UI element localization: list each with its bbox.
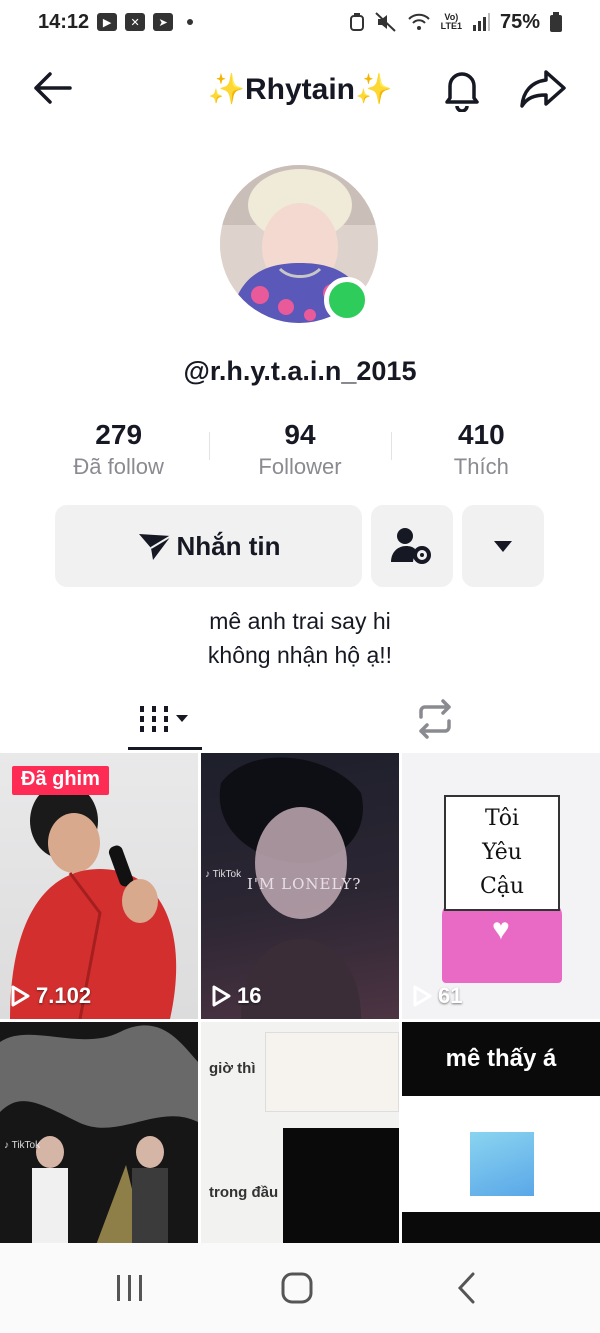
mute-icon xyxy=(374,12,396,32)
profile-bio: mê anh trai say hi không nhận hộ ạ!! xyxy=(0,604,600,672)
tab-videos[interactable] xyxy=(128,690,202,750)
grid-columns-icon xyxy=(140,706,188,732)
stat-likes-label: Thích xyxy=(453,454,509,479)
view-count: 61 xyxy=(412,983,462,1009)
page-title: ✨Rhytain✨ xyxy=(207,73,393,106)
bio-line-2: không nhận hộ ạ!! xyxy=(207,642,393,668)
black-caption-bar xyxy=(402,1212,600,1245)
video-tile[interactable]: giờ thì trong đầu xyxy=(201,1022,399,1245)
play-icon xyxy=(413,985,432,1007)
black-frame xyxy=(283,1128,399,1245)
message-button-label: Nhắn tin xyxy=(176,530,281,561)
network-bottom: LTE1 xyxy=(440,21,462,31)
recent-apps-button[interactable] xyxy=(100,1265,160,1311)
friend-settings-button[interactable] xyxy=(371,505,453,587)
more-options-button[interactable] xyxy=(462,505,544,587)
alarm-icon xyxy=(349,13,364,31)
tiktok-watermark-icon: ♪ TikTok xyxy=(4,1140,41,1151)
profile-stats: 279 Đã follow 94 Follower 410 Thích xyxy=(28,418,572,484)
sign-board: Tôi Yêu Cậu xyxy=(444,795,560,911)
stat-likes[interactable]: 410 Thích xyxy=(390,418,572,484)
active-tab-indicator xyxy=(128,747,202,750)
play-icon xyxy=(11,985,30,1007)
repost-icon xyxy=(419,699,451,739)
sign-line-2: Yêu xyxy=(482,840,522,865)
status-bar: 14:12 ▶ ✕ ➤ Vo) LTE1 75% xyxy=(0,0,600,44)
video-grid: Đã ghim 7.102 ♪ TikTok I'M LONELY? 16 Tô… xyxy=(0,753,600,1245)
stat-followers[interactable]: 94 Follower xyxy=(209,418,390,484)
writing-image xyxy=(265,1032,399,1112)
home-icon xyxy=(281,1272,313,1304)
view-count: 7.102 xyxy=(10,983,91,1009)
message-button[interactable]: Nhắn tin xyxy=(55,505,362,587)
view-count: 16 xyxy=(211,983,261,1009)
tiktok-watermark-icon: ♪ TikTok xyxy=(205,869,242,880)
stat-following-value: 279 xyxy=(95,419,143,450)
online-status-indicator xyxy=(324,277,370,323)
thumbnail-photo xyxy=(470,1132,534,1196)
video-caption-top: giờ thì xyxy=(209,1060,256,1077)
pinned-badge: Đã ghim xyxy=(12,766,109,795)
share-arrow-icon xyxy=(520,70,566,108)
video-caption-bottom: trong đầu xyxy=(209,1184,279,1201)
notification-bell-button[interactable] xyxy=(438,66,486,113)
video-overlay-text: I'M LONELY? xyxy=(247,875,362,893)
stat-likes-value: 410 xyxy=(457,419,505,450)
battery-level: 75% xyxy=(499,10,540,33)
video-thumbnail xyxy=(0,1025,198,1245)
tab-reposts[interactable] xyxy=(410,694,460,744)
caret-down-icon xyxy=(494,541,512,552)
sign-line-3: Cậu xyxy=(479,874,525,899)
stat-followers-value: 94 xyxy=(284,419,316,450)
video-tile[interactable]: Đã ghim 7.102 xyxy=(0,753,198,1019)
status-time: 14:12 xyxy=(38,10,90,33)
profile-username: @r.h.y.t.a.i.n_2015 xyxy=(183,356,417,386)
wifi-icon xyxy=(407,13,430,30)
bio-line-1: mê anh trai say hi xyxy=(209,608,391,634)
stat-following-label: Đã follow xyxy=(73,454,164,479)
home-button[interactable] xyxy=(267,1265,327,1311)
video-tile[interactable]: Tôi Yêu Cậu ♥ 61 xyxy=(402,753,600,1019)
notification-dot-icon xyxy=(187,19,194,25)
view-count-value: 61 xyxy=(438,983,463,1008)
system-back-button[interactable] xyxy=(436,1265,496,1311)
youtube-icon: ▶ xyxy=(97,13,118,31)
system-nav-bar xyxy=(0,1243,600,1333)
video-overlay-text: mê thấy á xyxy=(402,1022,600,1096)
message-app-icon: ➤ xyxy=(153,13,174,31)
user-gear-icon xyxy=(391,528,431,564)
sign-line-1: Tôi xyxy=(484,806,520,831)
content-tabs xyxy=(0,690,600,750)
profile-header: ✨Rhytain✨ xyxy=(0,52,600,124)
network-label: Vo) LTE1 xyxy=(441,13,462,31)
stat-followers-label: Follower xyxy=(258,454,342,479)
video-tile[interactable]: ♪ TikTok I'M LONELY? 16 xyxy=(201,753,399,1019)
view-count-value: 7.102 xyxy=(36,983,92,1008)
play-icon xyxy=(212,985,231,1007)
capcut-icon: ✕ xyxy=(125,13,146,31)
chevron-left-icon xyxy=(457,1272,475,1304)
share-button[interactable] xyxy=(518,66,568,110)
heart-icon: ♥ xyxy=(492,913,510,946)
status-left: 14:12 ▶ ✕ ➤ xyxy=(38,10,194,34)
video-tile[interactable]: mê thấy á xyxy=(402,1022,600,1245)
status-right: Vo) LTE1 75% xyxy=(349,11,562,34)
recents-icon xyxy=(117,1275,142,1301)
view-count-value: 16 xyxy=(237,983,262,1008)
signal-icon xyxy=(472,13,490,31)
battery-icon xyxy=(550,12,562,32)
stat-following[interactable]: 279 Đã follow xyxy=(28,418,209,484)
video-tile[interactable]: ♪ TikTok xyxy=(0,1022,198,1245)
bell-icon xyxy=(445,72,479,113)
send-icon xyxy=(138,534,172,560)
